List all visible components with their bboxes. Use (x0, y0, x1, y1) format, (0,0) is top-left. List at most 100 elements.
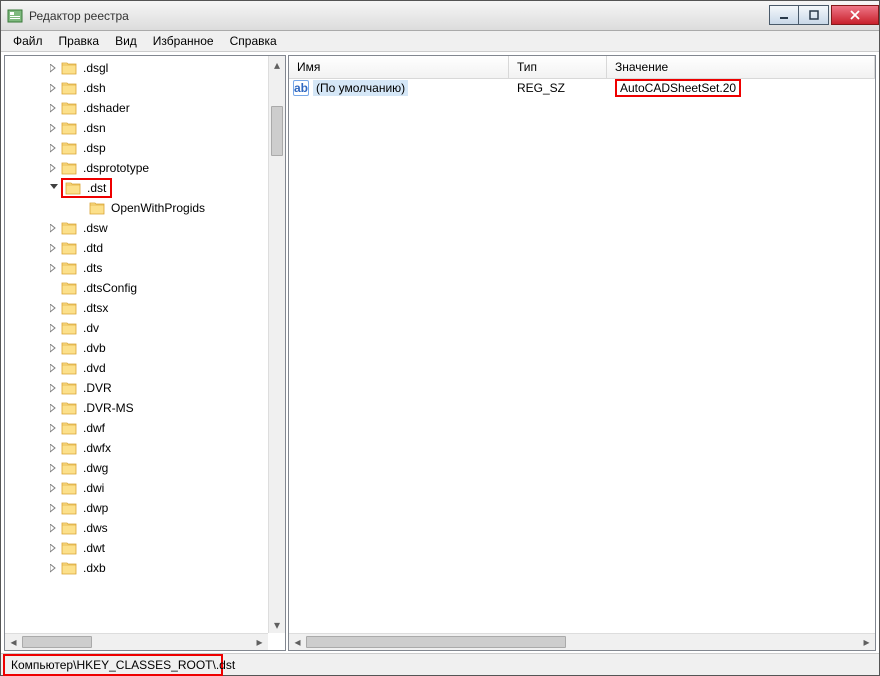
registry-tree[interactable]: .dsgl.dsh .dshader .dsn .dsp .dsprototype .ds… (5, 56, 285, 633)
tree-expander[interactable] (47, 364, 61, 373)
tree-item[interactable]: .dwf (5, 418, 268, 438)
values-list[interactable]: ab (По умолчанию) REG_SZ AutoCADSheetSet… (289, 79, 875, 633)
tree-label: .dsp (81, 140, 108, 156)
tree-expander[interactable] (47, 404, 61, 413)
scroll-up-arrow[interactable]: ▴ (269, 56, 285, 73)
scroll-left-arrow[interactable]: ◂ (5, 634, 22, 650)
tree-item[interactable]: .dwp (5, 498, 268, 518)
menu-edit[interactable]: Правка (51, 32, 108, 50)
tree-expander[interactable] (47, 324, 61, 333)
close-button[interactable] (831, 5, 879, 25)
folder-icon (61, 280, 77, 296)
tree-label: .dshader (81, 100, 132, 116)
folder-icon (61, 560, 77, 576)
tree-label: .dwi (81, 480, 106, 496)
tree-expander[interactable] (47, 84, 61, 93)
value-data-cell: AutoCADSheetSet.20 (607, 81, 875, 95)
maximize-button[interactable] (799, 5, 829, 25)
tree-label: .dwg (81, 460, 110, 476)
tree-item[interactable]: .dws (5, 518, 268, 538)
tree-expander[interactable] (47, 444, 61, 453)
scroll-thumb[interactable] (271, 106, 283, 156)
tree-item[interactable]: .dvd (5, 358, 268, 378)
tree-expander[interactable] (47, 264, 61, 273)
tree-item[interactable]: OpenWithProgids (5, 198, 268, 218)
tree-label: .dwt (81, 540, 107, 556)
tree-label: .dxb (81, 560, 108, 576)
tree-expander[interactable] (47, 164, 61, 173)
menu-favorites[interactable]: Избранное (145, 32, 222, 50)
menu-view[interactable]: Вид (107, 32, 145, 50)
folder-icon (61, 240, 77, 256)
tree-label: .dts (81, 260, 104, 276)
scroll-thumb[interactable] (306, 636, 566, 648)
tree-expander[interactable] (47, 124, 61, 133)
value-row[interactable]: ab (По умолчанию) REG_SZ AutoCADSheetSet… (289, 79, 875, 97)
minimize-button[interactable] (769, 5, 799, 25)
tree-expander[interactable] (47, 484, 61, 493)
tree-scrollbar-horizontal[interactable]: ◂ ▸ (5, 633, 268, 650)
tree-item[interactable]: .dsgl (5, 58, 268, 78)
tree-item[interactable]: .dwt (5, 538, 268, 558)
tree-expander[interactable] (47, 64, 61, 73)
tree-label: .dst (85, 180, 108, 196)
tree-item[interactable]: .DVR (5, 378, 268, 398)
tree-item[interactable]: .dwfx (5, 438, 268, 458)
tree-expander[interactable] (47, 384, 61, 393)
folder-icon (61, 300, 77, 316)
value-name-cell: ab (По умолчанию) (289, 80, 509, 96)
tree-item[interactable]: .dv (5, 318, 268, 338)
tree-item[interactable]: .dvb (5, 338, 268, 358)
tree-item[interactable]: .dsw (5, 218, 268, 238)
tree-item[interactable]: .dsprototype (5, 158, 268, 178)
tree-item[interactable]: .dxb (5, 558, 268, 578)
menu-file[interactable]: Файл (5, 32, 51, 50)
scroll-down-arrow[interactable]: ▾ (269, 616, 285, 633)
folder-icon (61, 380, 77, 396)
scroll-right-arrow[interactable]: ▸ (251, 634, 268, 650)
tree-expander[interactable] (47, 304, 61, 313)
tree-label: OpenWithProgids (109, 200, 207, 216)
tree-label: .dtsx (81, 300, 110, 316)
value-name: (По умолчанию) (313, 80, 408, 96)
tree-item[interactable]: .dtd (5, 238, 268, 258)
tree-scrollbar-vertical[interactable]: ▴ ▾ (268, 56, 285, 633)
scroll-left-arrow[interactable]: ◂ (289, 634, 306, 650)
tree-expander[interactable] (47, 504, 61, 513)
tree-label: .dsw (81, 220, 110, 236)
tree-expander[interactable] (47, 344, 61, 353)
tree-label: .dtsConfig (81, 280, 139, 296)
tree-expander[interactable] (47, 464, 61, 473)
folder-icon (61, 260, 77, 276)
tree-item[interactable]: .dtsx (5, 298, 268, 318)
tree-item[interactable]: .dst (5, 178, 268, 198)
tree-expander[interactable] (47, 244, 61, 253)
values-scrollbar-horizontal[interactable]: ◂ ▸ (289, 633, 875, 650)
tree-item[interactable]: .dsh (5, 78, 268, 98)
tree-item[interactable]: .dwg (5, 458, 268, 478)
window-title: Редактор реестра (29, 9, 129, 23)
tree-item[interactable]: .dwi (5, 478, 268, 498)
tree-item[interactable]: .dtsConfig (5, 278, 268, 298)
tree-item[interactable]: .DVR-MS (5, 398, 268, 418)
menu-help[interactable]: Справка (222, 32, 285, 50)
tree-item[interactable]: .dsn (5, 118, 268, 138)
tree-expander[interactable] (47, 564, 61, 573)
tree-item[interactable]: .dts (5, 258, 268, 278)
tree-expander[interactable] (47, 524, 61, 533)
folder-icon (61, 540, 77, 556)
tree-expander[interactable] (47, 184, 61, 193)
column-name[interactable]: Имя (289, 56, 509, 78)
tree-expander[interactable] (47, 144, 61, 153)
column-value[interactable]: Значение (607, 56, 875, 78)
tree-expander[interactable] (47, 544, 61, 553)
scroll-right-arrow[interactable]: ▸ (858, 634, 875, 650)
folder-icon (65, 180, 81, 196)
tree-item[interactable]: .dshader (5, 98, 268, 118)
column-type[interactable]: Тип (509, 56, 607, 78)
tree-expander[interactable] (47, 104, 61, 113)
tree-expander[interactable] (47, 424, 61, 433)
scroll-thumb[interactable] (22, 636, 92, 648)
tree-item[interactable]: .dsp (5, 138, 268, 158)
tree-expander[interactable] (47, 224, 61, 233)
